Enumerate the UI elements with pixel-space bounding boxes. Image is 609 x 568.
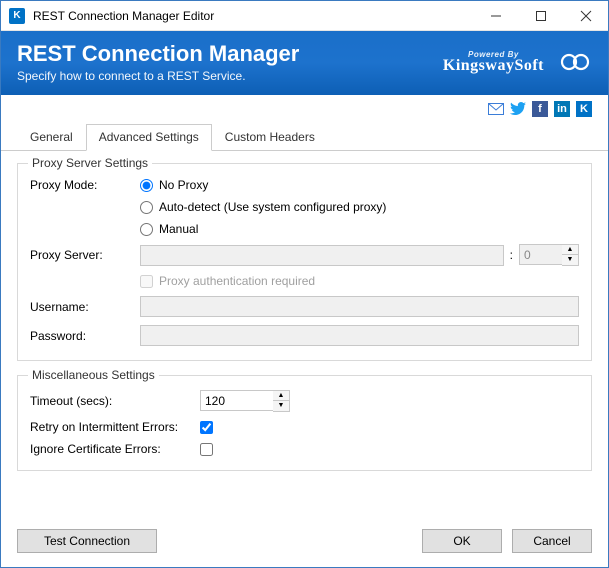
proxy-auth-checkbox[interactable] <box>140 275 153 288</box>
radio-auto-detect-label: Auto-detect (Use system configured proxy… <box>159 200 386 214</box>
close-icon <box>581 11 591 21</box>
timeout-spinner[interactable]: ▲ ▼ <box>200 390 290 412</box>
tab-general[interactable]: General <box>17 124 86 151</box>
proxy-server-input[interactable] <box>140 245 504 266</box>
radio-manual-input[interactable] <box>140 223 153 236</box>
username-label: Username: <box>30 300 140 314</box>
proxy-legend: Proxy Server Settings <box>28 156 152 170</box>
ignore-cert-label: Ignore Certificate Errors: <box>30 442 200 456</box>
window-title: REST Connection Manager Editor <box>33 9 473 23</box>
proxy-mode-label: Proxy Mode: <box>30 178 140 192</box>
cancel-button[interactable]: Cancel <box>512 529 592 553</box>
app-icon: K <box>9 8 25 24</box>
retry-checkbox[interactable] <box>200 421 213 434</box>
minimize-button[interactable] <box>473 1 518 31</box>
maximize-button[interactable] <box>518 1 563 31</box>
proxy-port-spin-buttons: ▲ ▼ <box>562 244 579 266</box>
proxy-auth-checkbox-row[interactable]: Proxy authentication required <box>140 274 315 288</box>
social-row: f in K <box>1 95 608 121</box>
timeout-up[interactable]: ▲ <box>273 391 289 401</box>
proxy-mode-options: No Proxy Auto-detect (Use system configu… <box>140 178 386 236</box>
mail-icon[interactable] <box>488 101 504 117</box>
proxy-server-label: Proxy Server: <box>30 248 140 262</box>
proxy-port-spinner[interactable]: ▲ ▼ <box>519 244 579 266</box>
timeout-down[interactable]: ▼ <box>273 401 289 411</box>
proxy-settings-group: Proxy Server Settings Proxy Mode: No Pro… <box>17 163 592 361</box>
titlebar: K REST Connection Manager Editor <box>1 1 608 31</box>
radio-manual[interactable]: Manual <box>140 222 386 236</box>
tab-custom-headers[interactable]: Custom Headers <box>212 124 328 151</box>
header-right: Powered By KingswaySoft <box>443 50 592 75</box>
proxy-auth-label: Proxy authentication required <box>159 274 315 288</box>
misc-settings-group: Miscellaneous Settings Timeout (secs): ▲… <box>17 375 592 471</box>
timeout-input[interactable] <box>200 390 273 411</box>
banner-title: REST Connection Manager <box>17 41 299 67</box>
radio-manual-label: Manual <box>159 222 198 236</box>
proxy-port-separator: : <box>510 248 513 262</box>
banner-subtitle: Specify how to connect to a REST Service… <box>17 69 299 83</box>
linkedin-icon[interactable]: in <box>554 101 570 117</box>
radio-no-proxy-label: No Proxy <box>159 178 208 192</box>
header-banner: REST Connection Manager Specify how to c… <box>1 31 608 95</box>
twitter-icon[interactable] <box>510 101 526 117</box>
radio-no-proxy-input[interactable] <box>140 179 153 192</box>
swirl-icon <box>558 51 592 73</box>
maximize-icon <box>536 11 546 21</box>
ok-button[interactable]: OK <box>422 529 502 553</box>
dialog-footer: Test Connection OK Cancel <box>1 519 608 567</box>
radio-auto-detect[interactable]: Auto-detect (Use system configured proxy… <box>140 200 386 214</box>
ignore-cert-checkbox[interactable] <box>200 443 213 456</box>
misc-legend: Miscellaneous Settings <box>28 368 159 382</box>
powered-by-label: Powered By <box>468 50 519 59</box>
username-input[interactable] <box>140 296 579 317</box>
timeout-spin-buttons: ▲ ▼ <box>273 390 290 412</box>
password-input[interactable] <box>140 325 579 346</box>
tab-content: Proxy Server Settings Proxy Mode: No Pro… <box>1 151 608 519</box>
dialog-window: K REST Connection Manager Editor REST Co… <box>0 0 609 568</box>
facebook-icon[interactable]: f <box>532 101 548 117</box>
proxy-port-input[interactable] <box>519 244 562 265</box>
tab-advanced-settings[interactable]: Advanced Settings <box>86 124 212 151</box>
timeout-label: Timeout (secs): <box>30 394 200 408</box>
test-connection-button[interactable]: Test Connection <box>17 529 157 553</box>
minimize-icon <box>491 11 501 21</box>
retry-label: Retry on Intermittent Errors: <box>30 420 200 434</box>
radio-no-proxy[interactable]: No Proxy <box>140 178 386 192</box>
kingsway-icon[interactable]: K <box>576 101 592 117</box>
password-label: Password: <box>30 329 140 343</box>
tab-strip: General Advanced Settings Custom Headers <box>1 123 608 151</box>
header-text: REST Connection Manager Specify how to c… <box>17 41 299 83</box>
close-button[interactable] <box>563 1 608 31</box>
proxy-port-up[interactable]: ▲ <box>562 245 578 255</box>
radio-auto-detect-input[interactable] <box>140 201 153 214</box>
brand-logo: Powered By KingswaySoft <box>443 50 544 75</box>
brand-name: KingswaySoft <box>443 57 544 75</box>
proxy-port-down[interactable]: ▼ <box>562 255 578 265</box>
